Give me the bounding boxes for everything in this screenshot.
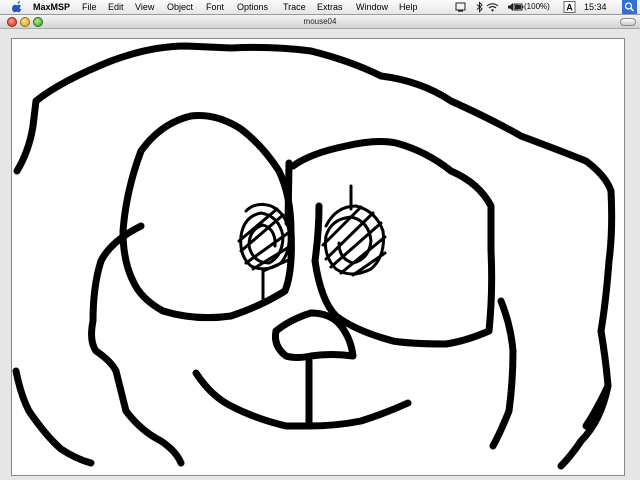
- battery-icon[interactable]: [513, 0, 524, 14]
- menu-app-name[interactable]: MaxMSP: [33, 0, 70, 14]
- toolbar-toggle-button[interactable]: [620, 18, 636, 26]
- patcher-window: mouse04: [0, 15, 640, 480]
- menu-file[interactable]: File: [82, 0, 97, 14]
- menu-options[interactable]: Options: [237, 0, 268, 14]
- left-jaw-stroke: [88, 222, 185, 467]
- menu-extras[interactable]: Extras: [317, 0, 343, 14]
- window-title: mouse04: [303, 17, 337, 26]
- menu-edit[interactable]: Edit: [108, 0, 124, 14]
- input-menu-icon[interactable]: A: [563, 0, 576, 14]
- menu-window[interactable]: Window: [356, 0, 388, 14]
- left-edge-stroke: [12, 367, 95, 467]
- menu-clock[interactable]: 15:34: [584, 0, 607, 14]
- mouth-left-stroke: [192, 369, 313, 430]
- mouth-right-stroke: [305, 399, 412, 430]
- right-jaw-stroke: [489, 297, 517, 450]
- spotlight-icon[interactable]: [622, 0, 637, 14]
- svg-text:A: A: [566, 3, 573, 13]
- menu-help[interactable]: Help: [399, 0, 418, 14]
- drawing-canvas[interactable]: [11, 38, 625, 476]
- menu-view[interactable]: View: [135, 0, 154, 14]
- menu-font[interactable]: Font: [206, 0, 224, 14]
- mouse-drawing: [12, 42, 616, 470]
- apple-logo-icon[interactable]: [12, 1, 23, 13]
- menu-bar: MaxMSP File Edit View Object Font Option…: [0, 0, 640, 15]
- window-titlebar[interactable]: mouse04: [0, 15, 640, 29]
- menu-object[interactable]: Object: [167, 0, 193, 14]
- battery-percent: (100%): [524, 2, 550, 11]
- menu-trace[interactable]: Trace: [283, 0, 306, 14]
- display-icon[interactable]: [455, 0, 466, 14]
- window-content: [0, 29, 640, 480]
- bluetooth-icon[interactable]: [476, 0, 484, 14]
- wifi-icon[interactable]: [486, 0, 499, 14]
